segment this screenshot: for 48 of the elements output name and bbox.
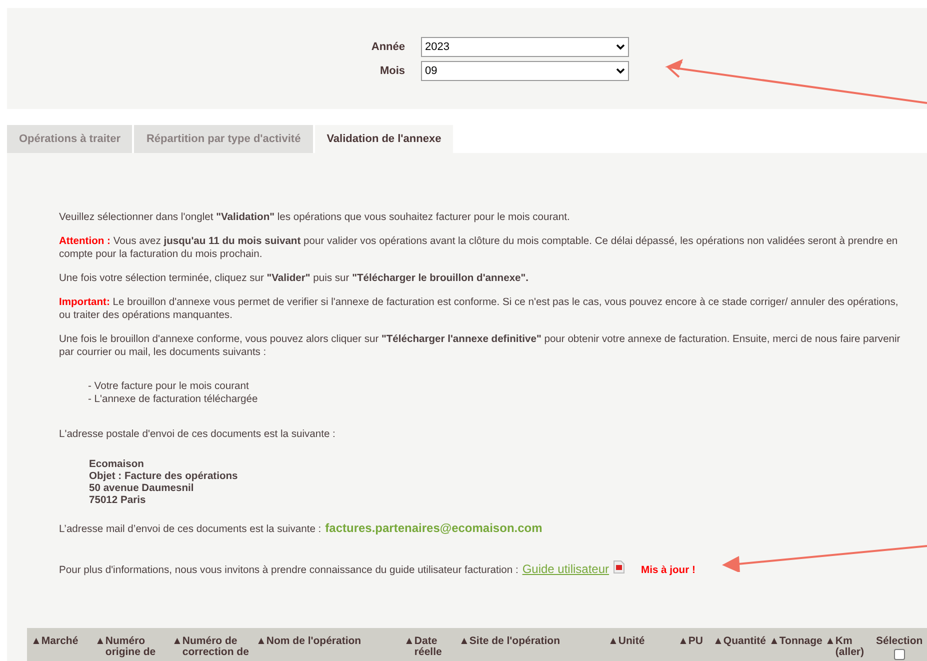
column-header[interactable]: Site de l'opération xyxy=(469,636,560,648)
sort-arrow-icon[interactable]: ▲ xyxy=(31,636,42,648)
tab[interactable]: Validation de l'annexe xyxy=(314,125,454,153)
column-header[interactable]: Numéro de correction de xyxy=(182,636,252,658)
info-paragraph: Attention : Vous avez jusqu'au 11 du mois suivant pour valider vos opérations avant la clôture du mois comptable. Ce délai dépassé, les opérations non validées seront à prendre en compte pour la facturation du mois prochain. xyxy=(59,235,899,261)
document-item: - L'annexe de facturation téléchargée xyxy=(88,393,259,406)
mail-intro: L’adresse mail d’envoi de ces documents est la suivante : xyxy=(59,523,322,537)
address-line: Objet : Facture des opérations xyxy=(89,471,239,483)
sort-arrow-icon[interactable]: ▲ xyxy=(256,636,266,648)
column-header[interactable]: Quantité xyxy=(723,636,766,648)
column-header[interactable]: Date réelle xyxy=(414,636,448,658)
column-header: Sélection xyxy=(876,636,923,648)
column-header[interactable]: PU xyxy=(688,636,703,648)
email-address: factures.partenaires@ecomaison.com xyxy=(325,520,542,537)
sort-arrow-icon[interactable]: ▲ xyxy=(825,636,836,648)
info-paragraph: Important: Le brouillon d'annexe vous permet de verifier si l'annexe de facturation est conforme. Si ce n'est pas le cas, vous pouvez encore à ce stade corriger/ annuler des opérations, ou traiter des opérations manquantes. xyxy=(59,296,900,322)
column-header[interactable]: Tonnage xyxy=(779,636,822,648)
sort-arrow-icon[interactable]: ▲ xyxy=(678,636,688,648)
sort-arrow-icon[interactable]: ▲ xyxy=(172,636,182,648)
chevron-down-icon xyxy=(616,68,625,74)
chevron-down-icon xyxy=(616,44,625,50)
select-all-checkbox[interactable] xyxy=(894,649,905,660)
document-item: - Votre facture pour le mois courant xyxy=(88,380,250,393)
sort-arrow-icon[interactable]: ▲ xyxy=(713,636,724,648)
address-line: Ecomaison xyxy=(89,459,145,471)
sort-arrow-icon[interactable]: ▲ xyxy=(95,636,106,648)
guide-intro: Pour plus d'informations, nous vous invitons à prendre connaissance du guide utilisateur facturation : xyxy=(59,564,518,578)
column-header[interactable]: Numéro origine de xyxy=(105,636,168,658)
filter-label: Année xyxy=(370,40,405,55)
address-line: 75012 Paris xyxy=(89,495,147,507)
filter-select[interactable]: 2023 xyxy=(421,37,629,57)
pdf-file-icon xyxy=(613,560,626,574)
info-paragraph: Veuillez sélectionner dans l'onglet "Validation" les opérations que vous souhaitez facturer pour le mois courant. xyxy=(59,211,571,224)
updated-label: Mis à jour ! xyxy=(641,564,696,578)
postal-intro: L'adresse postale d'envoi de ces documents est la suivante : xyxy=(59,428,336,441)
filter-select[interactable]: 09 xyxy=(421,61,629,81)
sort-arrow-icon[interactable]: ▲ xyxy=(608,636,618,648)
sort-arrow-icon[interactable]: ▲ xyxy=(459,636,470,648)
column-header[interactable]: Nom de l'opération xyxy=(266,636,362,648)
sort-arrow-icon[interactable]: ▲ xyxy=(404,636,414,648)
info-paragraph: Une fois le brouillon d'annexe conforme, vous pouvez alors cliquer sur "Télécharger l'annexe definitive" pour obtenir votre annexe de facturation. Ensuite, merci de nous faire parvenir par courrier ou mail, les documents suivants : xyxy=(59,333,902,359)
filter-label: Mois xyxy=(378,64,405,79)
column-header[interactable]: Unité xyxy=(618,636,645,648)
sort-arrow-icon[interactable]: ▲ xyxy=(769,636,780,648)
column-header[interactable]: Km (aller) xyxy=(835,636,870,658)
column-header[interactable]: Marché xyxy=(41,636,78,648)
address-line: 50 avenue Daumesnil xyxy=(89,483,195,495)
info-paragraph: Une fois votre sélection terminée, cliquez sur "Valider" puis sur "Télécharger le brouillon d'annexe". xyxy=(59,272,530,285)
